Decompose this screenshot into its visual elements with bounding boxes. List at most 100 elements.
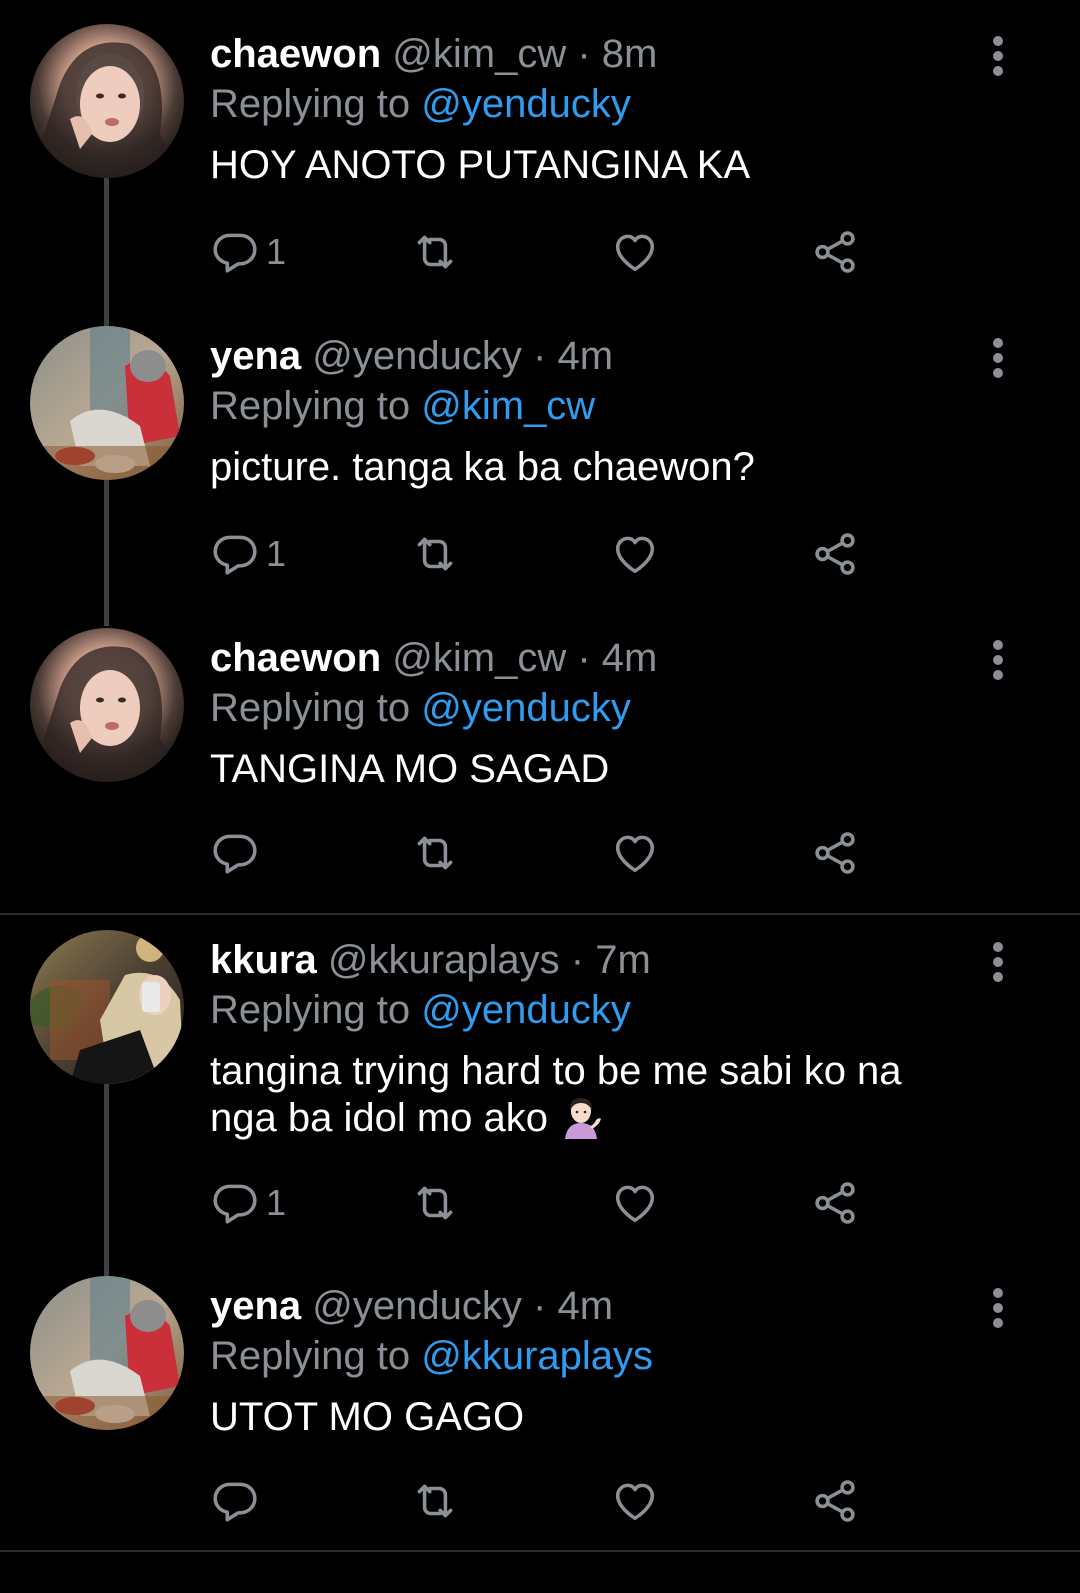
display-name[interactable]: kkura [210,938,317,982]
share-button[interactable] [810,1471,860,1531]
share-button[interactable] [810,823,860,883]
retweet-button[interactable] [410,823,460,883]
display-name[interactable]: chaewon [210,32,381,76]
replying-to: Replying to @kkuraplays [210,1332,653,1380]
user-handle[interactable]: @kim_cw [392,32,566,76]
tweet-header: yena @yenducky · 4m [210,332,613,380]
thread-line [104,480,109,626]
tweet-header: kkura @kkuraplays · 7m [210,936,651,984]
more-options-icon[interactable] [980,32,1016,84]
share-button[interactable] [810,1173,860,1233]
share-icon [810,1178,860,1228]
like-button[interactable] [610,1471,660,1531]
kkura-avatar-image [30,930,184,1084]
display-name[interactable]: chaewon [210,636,381,680]
more-options-icon[interactable] [980,938,1016,990]
replying-label: Replying to [210,82,411,126]
reply-icon [210,227,260,277]
share-button[interactable] [810,222,860,282]
tweet-text: HOY ANOTO PUTANGINA KA [210,143,751,187]
reply-button[interactable]: 1 [210,1173,286,1233]
tweet-header: yena @yenducky · 4m [210,1282,613,1330]
retweet-button[interactable] [410,1173,460,1233]
avatar[interactable] [30,326,184,480]
share-icon [810,227,860,277]
retweet-icon [410,1178,460,1228]
reply-icon [210,1476,260,1526]
reply-button[interactable] [210,823,266,883]
replying-to: Replying to @yenducky [210,684,631,732]
replying-label: Replying to [210,384,411,428]
retweet-icon [410,227,460,277]
replying-to: Replying to @kim_cw [210,382,595,430]
more-options-icon[interactable] [980,1284,1016,1336]
tweet[interactable]: kkura @kkuraplays · 7m Replying to @yend… [0,930,1080,1276]
avatar[interactable] [30,1276,184,1430]
action-bar: 1 [210,222,910,282]
like-button[interactable] [610,823,660,883]
like-button[interactable] [610,1173,660,1233]
timestamp[interactable]: · 4m [533,334,613,378]
reply-icon [210,529,260,579]
avatar[interactable] [30,628,184,782]
user-handle[interactable]: @kkuraplays [328,938,560,982]
replying-label: Replying to [210,988,411,1032]
chaewon-avatar-image [30,24,184,178]
woman-tipping-hand-emoji [565,1098,602,1139]
thread-line [104,1084,109,1276]
tweet-text-line: tangina trying hard to be me sabi ko na [210,1049,902,1093]
mention-link[interactable]: @yenducky [421,686,631,730]
like-button[interactable] [610,524,660,584]
reply-button[interactable]: 1 [210,524,286,584]
tweet-text: tangina trying hard to be me sabi ko na … [210,1048,1030,1142]
retweet-icon [410,529,460,579]
tweet[interactable]: chaewon @kim_cw · 4m Replying to @yenduc… [0,628,1080,912]
tweet[interactable]: yena @yenducky · 4m Replying to @kkurapl… [0,1276,1080,1556]
thread-divider [0,1550,1080,1552]
tweet[interactable]: chaewon @kim_cw · 8m Replying to @yenduc… [0,24,1080,324]
display-name[interactable]: yena [210,334,301,378]
reply-icon [210,828,260,878]
tweet-text: UTOT MO GAGO [210,1395,525,1439]
more-options-icon[interactable] [980,636,1016,688]
avatar[interactable] [30,24,184,178]
tweet-header: chaewon @kim_cw · 8m [210,30,657,78]
user-handle[interactable]: @kim_cw [392,636,566,680]
mention-link[interactable]: @yenducky [421,82,631,126]
retweet-button[interactable] [410,222,460,282]
reply-button[interactable] [210,1471,266,1531]
retweet-icon [410,828,460,878]
tweet-text: TANGINA MO SAGAD [210,747,610,791]
like-button[interactable] [610,222,660,282]
thread-line [104,178,109,324]
timestamp[interactable]: · 4m [577,636,657,680]
more-options-icon[interactable] [980,334,1016,386]
tweet-header: chaewon @kim_cw · 4m [210,634,657,682]
mention-link[interactable]: @kim_cw [421,384,595,428]
timestamp[interactable]: · 4m [533,1284,613,1328]
avatar[interactable] [30,930,184,1084]
heart-icon [610,1178,660,1228]
heart-icon [610,1476,660,1526]
tweet-text: picture. tanga ka ba chaewon? [210,445,755,489]
action-bar [210,823,910,883]
timestamp[interactable]: · 8m [577,32,657,76]
mention-link[interactable]: @kkuraplays [421,1334,653,1378]
replying-label: Replying to [210,1334,411,1378]
heart-icon [610,529,660,579]
user-handle[interactable]: @yenducky [312,334,522,378]
display-name[interactable]: yena [210,1284,301,1328]
timestamp[interactable]: · 7m [571,938,651,982]
action-bar: 1 [210,1173,910,1233]
share-button[interactable] [810,524,860,584]
mention-link[interactable]: @yenducky [421,988,631,1032]
retweet-button[interactable] [410,524,460,584]
reply-button[interactable]: 1 [210,222,286,282]
retweet-button[interactable] [410,1471,460,1531]
user-handle[interactable]: @yenducky [312,1284,522,1328]
tweet[interactable]: yena @yenducky · 4m Replying to @kim_cw … [0,324,1080,626]
tweet-text-line: nga ba idol mo ako [210,1095,1030,1142]
replying-to: Replying to @yenducky [210,986,631,1034]
action-bar [210,1471,910,1531]
tweet-text-line2: nga ba idol mo ako [210,1096,549,1140]
